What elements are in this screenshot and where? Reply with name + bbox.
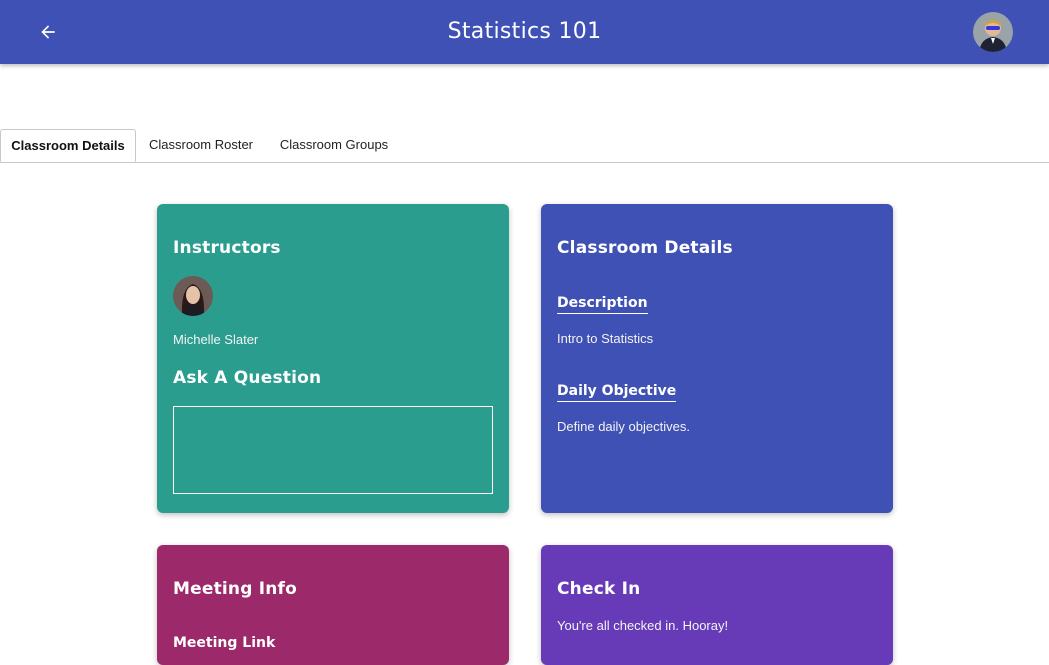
question-input[interactable] (173, 406, 493, 494)
tab-classroom-details[interactable]: Classroom Details (0, 129, 136, 162)
classroom-details-card: Classroom Details Description Intro to S… (541, 204, 893, 513)
check-in-message: You're all checked in. Hooray! (557, 618, 729, 633)
check-in-card: Check In You're all checked in. Hooray! (541, 545, 893, 665)
tab-classroom-groups[interactable]: Classroom Groups (266, 129, 402, 161)
meeting-info-card: Meeting Info Meeting Link (157, 545, 509, 665)
instructors-title: Instructors (173, 238, 281, 258)
instructors-card: Instructors Michelle Slater Ask A Questi… (157, 204, 509, 513)
user-avatar-image (973, 12, 1013, 52)
meeting-link-label: Meeting Link (173, 635, 276, 651)
classroom-tabs: Classroom Details Classroom Roster Class… (0, 129, 1049, 163)
description-label: Description (557, 295, 648, 314)
description-value: Intro to Statistics (557, 331, 654, 346)
ask-question-title: Ask A Question (173, 368, 322, 388)
user-avatar[interactable] (973, 12, 1013, 52)
classroom-details-title: Classroom Details (557, 238, 733, 258)
daily-objective-value: Define daily objectives. (557, 419, 690, 434)
page-title: Statistics 101 (447, 19, 602, 44)
meeting-info-title: Meeting Info (173, 579, 298, 599)
tab-classroom-roster[interactable]: Classroom Roster (136, 129, 266, 161)
check-in-title: Check In (557, 579, 641, 599)
daily-objective-label: Daily Objective (557, 383, 677, 402)
instructor-avatar[interactable] (173, 276, 213, 316)
instructor-name: Michelle Slater (173, 332, 259, 347)
app-bar: Statistics 101 (0, 0, 1049, 64)
instructor-avatar-image (173, 276, 213, 316)
